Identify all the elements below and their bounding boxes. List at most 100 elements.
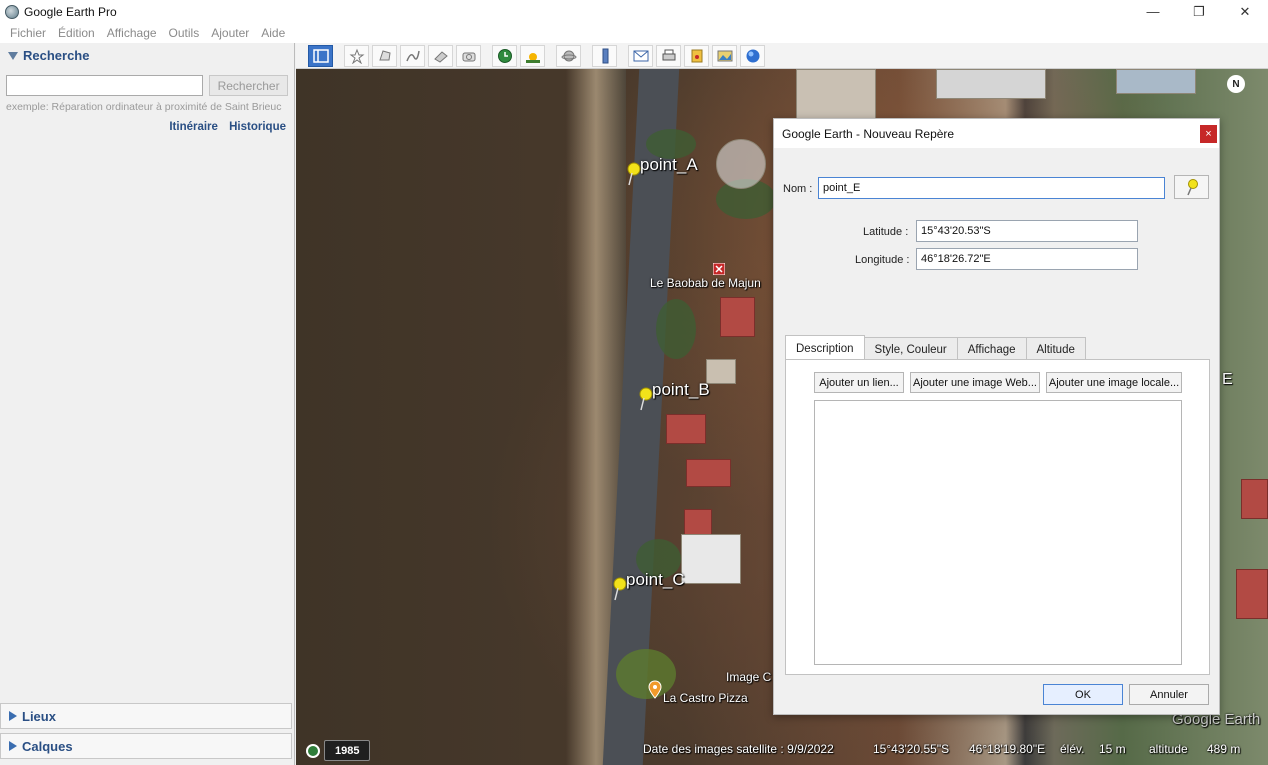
dialog-title-bar: Google Earth - Nouveau Repère × [774,119,1219,148]
clock-icon [497,48,512,63]
expand-triangle-icon [9,711,17,721]
collapse-triangle-icon [8,51,18,60]
elevation-value: 15 m [1099,742,1126,756]
altitude-label: altitude [1149,742,1188,756]
year-badge[interactable]: 1985 [324,740,371,761]
path-icon [405,50,420,61]
itinerary-link[interactable]: Itinéraire [169,121,218,133]
status-bar: 1985 Date des images satellite : 9/9/202… [296,736,1268,765]
imagery-date: Date des images satellite : 9/9/2022 [643,742,834,756]
menu-help[interactable]: Aide [261,26,285,40]
add-local-image-button[interactable]: Ajouter une image locale... [1046,372,1182,393]
cursor-longitude: 46°18'19.80"E [969,742,1046,756]
poi-pizza-label[interactable]: La Castro Pizza [663,691,748,705]
add-polygon-button[interactable] [372,44,397,67]
add-path-button[interactable] [400,44,425,67]
pin-e-label[interactable]: E [1222,371,1233,389]
places-section-header[interactable]: Lieux [0,703,292,729]
email-button[interactable] [628,44,653,67]
globe-icon [746,49,759,62]
add-placemark-button[interactable] [344,44,369,67]
pin-b-label[interactable]: point_B [652,380,710,400]
expand-triangle-icon [9,741,17,751]
historical-clock-icon[interactable] [306,743,320,758]
record-tour-button[interactable] [456,44,481,67]
close-button[interactable]: ✕ [1222,0,1268,23]
description-panel: Ajouter un lien... Ajouter une image Web… [785,359,1210,675]
compass-north[interactable]: N [1227,75,1245,93]
history-link[interactable]: Historique [229,121,286,133]
polygon-icon [378,49,391,60]
description-textarea[interactable] [814,400,1182,665]
menu-tools[interactable]: Outils [169,26,200,40]
ok-button[interactable]: OK [1043,684,1123,705]
add-image-overlay-button[interactable] [428,44,453,67]
menu-bar: Fichier Édition Affichage Outils Ajouter… [0,23,1268,43]
search-button[interactable]: Rechercher [209,75,288,96]
pin-a-label[interactable]: point_A [640,155,698,175]
view-in-maps-button[interactable] [740,44,765,67]
layers-heading: Calques [22,738,73,754]
layers-section-header[interactable]: Calques [0,733,292,759]
title-bar: Google Earth Pro — ❐ ✕ [0,0,1268,23]
latitude-input[interactable] [916,220,1138,242]
add-link-button[interactable]: Ajouter un lien... [814,372,904,393]
new-placemark-dialog: Google Earth - Nouveau Repère × Nom : La… [773,118,1220,715]
sunlight-button[interactable] [520,44,545,67]
search-heading: Recherche [23,48,90,63]
image-credit-label: Image C [726,670,772,684]
pushpin-icon [1186,179,1198,196]
latitude-label: Latitude : [863,226,909,238]
sidebar-toggle-button[interactable] [308,44,333,67]
window-title: Google Earth Pro [24,4,117,19]
dialog-title: Google Earth - Nouveau Repère [782,126,955,141]
search-input[interactable] [6,75,204,96]
historical-imagery-button[interactable] [492,44,517,67]
sun-icon [525,52,540,63]
minimize-button[interactable]: — [1130,0,1176,23]
longitude-label: Longitude : [855,254,910,266]
name-input[interactable] [818,177,1165,199]
menu-edit[interactable]: Édition [58,26,95,40]
placemark-icon [349,48,364,64]
tab-view[interactable]: Affichage [956,337,1027,361]
sidebar-icon [312,48,329,63]
pin-c-label[interactable]: point_C [626,570,685,590]
ruler-button[interactable] [592,44,617,67]
window-controls: — ❐ ✕ [1130,0,1268,23]
view-image-button[interactable] [712,44,737,67]
placemark-icon-button[interactable] [1174,175,1209,199]
cancel-button[interactable]: Annuler [1129,684,1209,705]
google-earth-icon [5,4,19,19]
planet-icon [561,50,576,61]
dialog-tabs: Description Style, Couleur Affichage Alt… [785,335,1086,361]
menu-file[interactable]: Fichier [10,26,46,40]
tab-altitude[interactable]: Altitude [1025,337,1086,361]
altitude-value: 489 m [1207,742,1241,756]
save-image-icon [691,49,702,62]
places-heading: Lieux [22,708,56,724]
search-section-header[interactable]: Recherche [0,43,294,68]
printer-icon [662,49,675,60]
tab-style-color[interactable]: Style, Couleur [863,337,958,361]
planets-button[interactable] [556,44,581,67]
photo-icon [717,50,732,61]
tab-description[interactable]: Description [785,335,865,361]
menu-view[interactable]: Affichage [107,26,157,40]
cursor-latitude: 15°43'20.55"S [873,742,950,756]
longitude-input[interactable] [916,248,1138,270]
poi-baobab-label[interactable]: Le Baobab de Majun [650,276,761,290]
camera-icon [462,52,475,61]
dialog-close-button[interactable]: × [1200,125,1217,143]
elevation-label: élév. [1060,742,1085,756]
close-x-marker-icon[interactable] [713,263,725,275]
envelope-icon [633,50,648,61]
menu-add[interactable]: Ajouter [211,26,249,40]
save-image-button[interactable] [684,44,709,67]
restore-button[interactable]: ❐ [1176,0,1222,23]
print-button[interactable] [656,44,681,67]
restaurant-pin-icon[interactable] [648,680,662,700]
add-web-image-button[interactable]: Ajouter une image Web... [910,372,1040,393]
search-hint: exemple: Réparation ordinateur à proximi… [6,101,282,113]
ruler-icon [602,48,608,63]
